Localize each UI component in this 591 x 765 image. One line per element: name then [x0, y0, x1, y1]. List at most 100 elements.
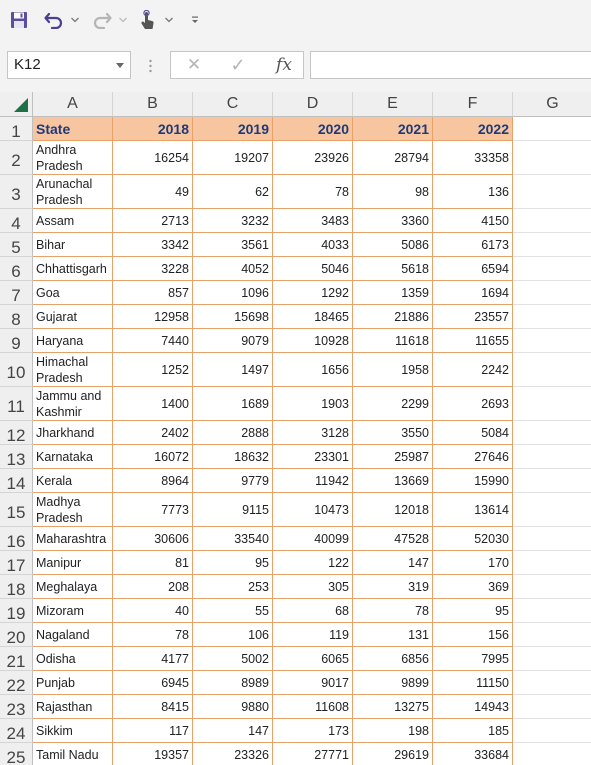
- row-header-25[interactable]: 25: [0, 743, 33, 765]
- value-cell[interactable]: 5084: [433, 421, 513, 445]
- row-header-17[interactable]: 17: [0, 551, 33, 575]
- empty-cell[interactable]: [513, 175, 591, 209]
- empty-cell[interactable]: [513, 141, 591, 175]
- row-header-6[interactable]: 6: [0, 257, 33, 281]
- value-cell[interactable]: 28794: [353, 141, 433, 175]
- value-cell[interactable]: 12018: [353, 493, 433, 527]
- value-cell[interactable]: 5002: [193, 647, 273, 671]
- value-cell[interactable]: 62: [193, 175, 273, 209]
- empty-cell[interactable]: [513, 623, 591, 647]
- value-cell[interactable]: 369: [433, 575, 513, 599]
- state-cell[interactable]: Karnataka: [33, 445, 113, 469]
- value-cell[interactable]: 5046: [273, 257, 353, 281]
- state-cell[interactable]: Himachal Pradesh: [33, 353, 113, 387]
- value-cell[interactable]: 10473: [273, 493, 353, 527]
- value-cell[interactable]: 1400: [113, 387, 193, 421]
- value-cell[interactable]: 30606: [113, 527, 193, 551]
- row-header-10[interactable]: 10: [0, 353, 33, 387]
- value-cell[interactable]: 52030: [433, 527, 513, 551]
- state-cell[interactable]: Madhya Pradesh: [33, 493, 113, 527]
- state-cell[interactable]: Nagaland: [33, 623, 113, 647]
- redo-dropdown-icon[interactable]: [118, 13, 128, 27]
- state-cell[interactable]: Tamil Nadu: [33, 743, 113, 765]
- state-header-cell[interactable]: State: [33, 117, 113, 141]
- value-cell[interactable]: 8415: [113, 695, 193, 719]
- value-cell[interactable]: 27771: [273, 743, 353, 765]
- column-header-d[interactable]: D: [273, 92, 353, 117]
- column-header-b[interactable]: B: [113, 92, 193, 117]
- value-cell[interactable]: 2242: [433, 353, 513, 387]
- empty-cell[interactable]: [513, 117, 591, 141]
- state-cell[interactable]: Bihar: [33, 233, 113, 257]
- state-cell[interactable]: Andhra Pradesh: [33, 141, 113, 175]
- empty-cell[interactable]: [513, 305, 591, 329]
- row-header-1[interactable]: 1: [0, 117, 33, 141]
- value-cell[interactable]: 15698: [193, 305, 273, 329]
- empty-cell[interactable]: [513, 353, 591, 387]
- column-header-g[interactable]: G: [513, 92, 591, 117]
- state-cell[interactable]: Haryana: [33, 329, 113, 353]
- state-cell[interactable]: Jammu and Kashmir: [33, 387, 113, 421]
- empty-cell[interactable]: [513, 719, 591, 743]
- row-header-23[interactable]: 23: [0, 695, 33, 719]
- empty-cell[interactable]: [513, 647, 591, 671]
- empty-cell[interactable]: [513, 695, 591, 719]
- value-cell[interactable]: 305: [273, 575, 353, 599]
- value-cell[interactable]: 136: [433, 175, 513, 209]
- value-cell[interactable]: 2713: [113, 209, 193, 233]
- value-cell[interactable]: 19357: [113, 743, 193, 765]
- value-cell[interactable]: 2299: [353, 387, 433, 421]
- row-header-14[interactable]: 14: [0, 469, 33, 493]
- column-header-a[interactable]: A: [33, 92, 113, 117]
- state-cell[interactable]: Gujarat: [33, 305, 113, 329]
- row-header-15[interactable]: 15: [0, 493, 33, 527]
- empty-cell[interactable]: [513, 493, 591, 527]
- value-cell[interactable]: 19207: [193, 141, 273, 175]
- value-cell[interactable]: 3483: [273, 209, 353, 233]
- value-cell[interactable]: 122: [273, 551, 353, 575]
- value-cell[interactable]: 13669: [353, 469, 433, 493]
- value-cell[interactable]: 9079: [193, 329, 273, 353]
- cancel-button[interactable]: ✕: [179, 52, 209, 78]
- value-cell[interactable]: 7440: [113, 329, 193, 353]
- row-header-20[interactable]: 20: [0, 623, 33, 647]
- value-cell[interactable]: 117: [113, 719, 193, 743]
- value-cell[interactable]: 1096: [193, 281, 273, 305]
- value-cell[interactable]: 23557: [433, 305, 513, 329]
- empty-cell[interactable]: [513, 527, 591, 551]
- value-cell[interactable]: 11942: [273, 469, 353, 493]
- value-cell[interactable]: 11608: [273, 695, 353, 719]
- value-cell[interactable]: 95: [193, 551, 273, 575]
- empty-cell[interactable]: [513, 257, 591, 281]
- value-cell[interactable]: 3232: [193, 209, 273, 233]
- column-header-e[interactable]: E: [353, 92, 433, 117]
- value-cell[interactable]: 7773: [113, 493, 193, 527]
- value-cell[interactable]: 33358: [433, 141, 513, 175]
- value-cell[interactable]: 147: [193, 719, 273, 743]
- value-cell[interactable]: 1252: [113, 353, 193, 387]
- value-cell[interactable]: 9017: [273, 671, 353, 695]
- value-cell[interactable]: 2888: [193, 421, 273, 445]
- value-cell[interactable]: 156: [433, 623, 513, 647]
- value-cell[interactable]: 11150: [433, 671, 513, 695]
- value-cell[interactable]: 78: [353, 599, 433, 623]
- value-cell[interactable]: 4033: [273, 233, 353, 257]
- value-cell[interactable]: 8964: [113, 469, 193, 493]
- value-cell[interactable]: 13275: [353, 695, 433, 719]
- empty-cell[interactable]: [513, 233, 591, 257]
- value-cell[interactable]: 49: [113, 175, 193, 209]
- row-header-24[interactable]: 24: [0, 719, 33, 743]
- row-header-21[interactable]: 21: [0, 647, 33, 671]
- save-icon[interactable]: [8, 9, 30, 31]
- year-header-cell[interactable]: 2018: [113, 117, 193, 141]
- empty-cell[interactable]: [513, 281, 591, 305]
- empty-cell[interactable]: [513, 551, 591, 575]
- value-cell[interactable]: 33684: [433, 743, 513, 765]
- value-cell[interactable]: 10928: [273, 329, 353, 353]
- touch-mode-icon[interactable]: [136, 9, 158, 31]
- row-header-3[interactable]: 3: [0, 175, 33, 209]
- value-cell[interactable]: 4052: [193, 257, 273, 281]
- value-cell[interactable]: 23326: [193, 743, 273, 765]
- name-box[interactable]: K12: [7, 51, 131, 79]
- value-cell[interactable]: 55: [193, 599, 273, 623]
